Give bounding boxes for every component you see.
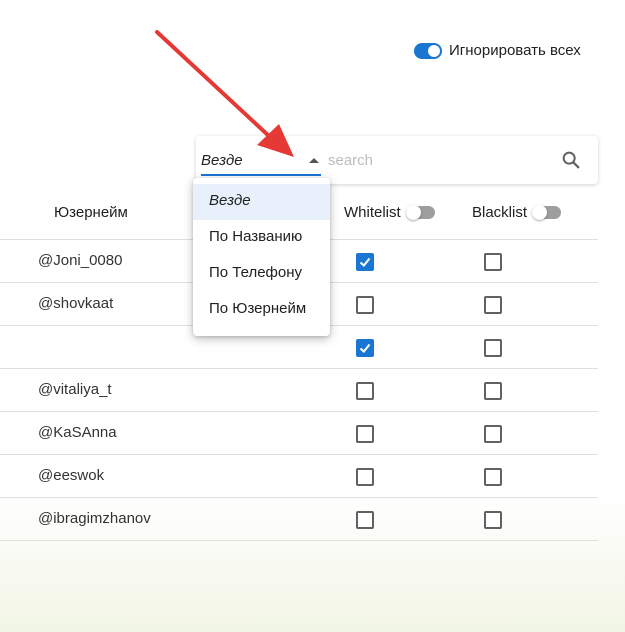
checkmark-icon <box>359 257 371 267</box>
column-blacklist-label: Blacklist <box>472 204 528 221</box>
username-cell: @vitaliya_t <box>38 381 112 398</box>
blacklist-checkbox[interactable] <box>484 296 502 314</box>
blacklist-all-switch[interactable] <box>532 205 562 220</box>
whitelist-all-switch[interactable] <box>405 205 435 220</box>
username-cell: @shovkaat <box>38 295 114 312</box>
whitelist-checkbox[interactable] <box>356 511 374 529</box>
table-row: @vitaliya_t <box>0 369 598 412</box>
menu-item-by-name[interactable]: По Названию <box>193 220 330 256</box>
search-bar: Везде <box>196 136 598 184</box>
caret-up-icon <box>309 158 319 163</box>
username-cell: @ibragimzhanov <box>38 510 151 527</box>
switch-knob <box>532 205 548 220</box>
blacklist-checkbox[interactable] <box>484 339 502 357</box>
column-whitelist-label: Whitelist <box>344 204 401 221</box>
blacklist-checkbox[interactable] <box>484 468 502 486</box>
whitelist-checkbox[interactable] <box>356 253 374 271</box>
menu-item-by-username[interactable]: По Юзернейм <box>193 292 330 328</box>
whitelist-checkbox[interactable] <box>356 425 374 443</box>
blacklist-checkbox[interactable] <box>484 382 502 400</box>
username-cell: @eeswok <box>38 467 105 484</box>
whitelist-checkbox[interactable] <box>356 468 374 486</box>
whitelist-checkbox[interactable] <box>356 382 374 400</box>
ignore-all-switch[interactable] <box>414 42 442 59</box>
menu-item-everywhere[interactable]: Везде <box>193 184 330 220</box>
whitelist-checkbox[interactable] <box>356 296 374 314</box>
username-cell: @KaSAnna <box>38 424 117 441</box>
column-username: Юзернейм <box>54 204 128 221</box>
search-icon[interactable] <box>560 149 582 171</box>
blacklist-checkbox[interactable] <box>484 425 502 443</box>
ignore-all-toggle-row: Игнорировать всех <box>414 42 581 59</box>
switch-knob <box>428 44 440 57</box>
search-scope-value: Везде <box>201 152 243 169</box>
column-blacklist: Blacklist <box>472 204 562 221</box>
blacklist-checkbox[interactable] <box>484 511 502 529</box>
blacklist-checkbox[interactable] <box>484 253 502 271</box>
ignore-all-label: Игнорировать всех <box>449 42 581 59</box>
table-row: @eeswok <box>0 455 598 498</box>
switch-knob <box>405 205 421 220</box>
search-input[interactable] <box>328 148 548 172</box>
table-row: @KaSAnna <box>0 412 598 455</box>
menu-item-by-phone[interactable]: По Телефону <box>193 256 330 292</box>
column-whitelist: Whitelist <box>344 204 435 221</box>
username-cell: @Joni_0080 <box>38 252 123 269</box>
table-row: @ibragimzhanov <box>0 498 598 541</box>
search-scope-select[interactable]: Везде <box>201 148 321 176</box>
whitelist-checkbox[interactable] <box>356 339 374 357</box>
checkmark-icon <box>359 343 371 353</box>
search-scope-menu: Везде По Названию По Телефону По Юзерней… <box>193 178 330 336</box>
